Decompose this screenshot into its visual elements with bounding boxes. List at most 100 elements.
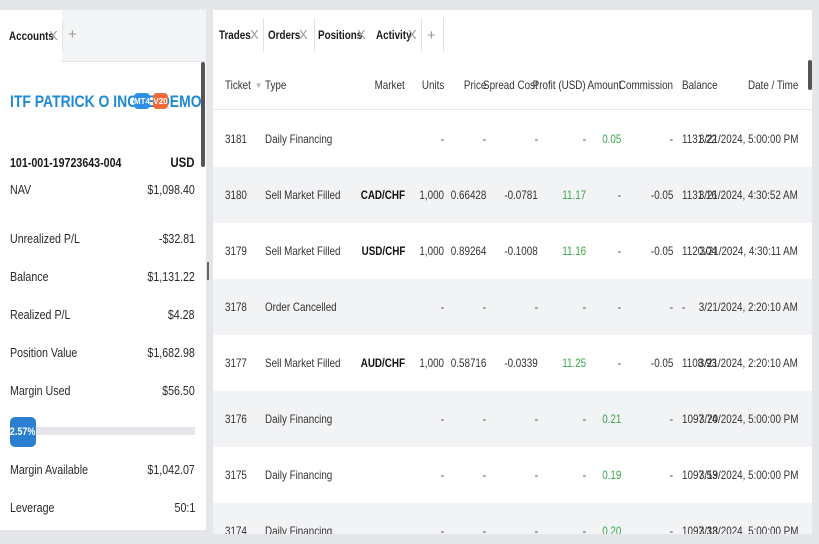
cell-datetime: 3/21/2024, 4:30:11 AM	[700, 223, 798, 279]
cell-text: 0.66428	[450, 188, 486, 202]
cell-ticket: 3175	[225, 447, 265, 503]
cell-text: -	[582, 132, 586, 146]
cell-commission: -	[623, 111, 673, 167]
cell-text: 3178	[225, 300, 247, 314]
add-tab-icon[interactable]: +	[427, 10, 441, 60]
column-header-type[interactable]: Type	[265, 60, 325, 110]
cell-text: Daily Financing	[265, 468, 333, 482]
tab-orders[interactable]: Orders X	[263, 10, 314, 60]
cell-text: -	[440, 468, 444, 482]
add-tab-icon[interactable]: +	[68, 26, 77, 43]
cell-type: Daily Financing	[265, 111, 365, 167]
progress-label: 2.57%	[10, 426, 36, 438]
cell-units: -	[408, 447, 444, 503]
table-row[interactable]: 3176 Daily Financing - - - - 0.21 - 1097…	[213, 391, 812, 447]
cell-text: -	[617, 300, 621, 314]
cell-profit: -	[540, 391, 586, 447]
tab-label: Orders	[268, 28, 301, 42]
cell-text: 3/21/2024, 4:30:11 AM	[699, 244, 798, 258]
cell-text: 3/21/2024, 5:00:00 PM	[698, 132, 798, 146]
close-icon[interactable]: X	[299, 27, 308, 42]
cell-text: -	[617, 188, 621, 202]
cell-ticket: 3180	[225, 167, 265, 223]
column-header-datetime[interactable]: Date / Time	[723, 60, 798, 110]
tab-label: Activity	[376, 28, 412, 42]
column-header-profit[interactable]: Profit (USD)	[533, 60, 586, 110]
tab-trades[interactable]: Trades X	[213, 10, 263, 60]
table-row[interactable]: 3181 Daily Financing - - - - 0.05 - 1131…	[213, 111, 812, 167]
cell-market	[363, 279, 405, 335]
cell-datetime: 3/20/2024, 5:00:00 PM	[698, 391, 798, 447]
tab-activity[interactable]: Activity X	[371, 10, 421, 60]
column-header-ticket[interactable]: Ticket ▼	[225, 60, 265, 110]
close-icon[interactable]: X	[49, 28, 58, 43]
cell-profit: 11.16	[540, 223, 586, 279]
cell-units: -	[408, 503, 444, 534]
cell-price: 0.58716	[448, 335, 486, 391]
cell-text: 0.20	[601, 524, 621, 534]
cell-text: 1,000	[419, 356, 444, 370]
cell-text: 3/18/2024, 5:00:00 PM	[698, 524, 798, 534]
cell-text: Order Cancelled	[265, 300, 337, 314]
table-row[interactable]: 3175 Daily Financing - - - - 0.19 - 1097…	[213, 447, 812, 503]
accounts-panel: Accounts X + ITF PATRICK O INGLE DEMO MT…	[0, 10, 206, 530]
cell-profit: 11.17	[540, 167, 586, 223]
column-header-price[interactable]: Price	[448, 60, 486, 110]
cell-ticket: 3176	[225, 391, 265, 447]
cell-text: -	[669, 132, 673, 146]
cell-amount: -	[588, 335, 621, 391]
tab-label: Positions	[318, 28, 363, 42]
close-icon[interactable]: X	[408, 27, 417, 42]
cell-price: -	[448, 447, 486, 503]
table-row[interactable]: 3180 Sell Market Filled CAD/CHF 1,000 0.…	[213, 167, 812, 223]
cell-ticket: 3177	[225, 335, 265, 391]
tab-accounts[interactable]: Accounts X	[0, 10, 62, 62]
cell-type: Daily Financing	[265, 503, 365, 534]
account-id: 101-001-19723643-004	[10, 155, 146, 170]
cell-text: 3/21/2024, 2:20:10 AM	[698, 356, 798, 370]
tab-accounts-label: Accounts	[9, 29, 54, 43]
cell-units: -	[408, 391, 444, 447]
metric-label: Margin Used	[10, 383, 71, 398]
cell-text: 3/19/2024, 5:00:00 PM	[698, 468, 798, 482]
table-row[interactable]: 3179 Sell Market Filled USD/CHF 1,000 0.…	[213, 223, 812, 279]
cell-units: 1,000	[408, 223, 444, 279]
metric-margin-used: Margin Used $56.50	[10, 383, 195, 401]
table-row[interactable]: 3178 Order Cancelled - - - - - - - 3/21/…	[213, 279, 812, 335]
cell-commission: -0.05	[623, 167, 673, 223]
cell-text: 0.19	[601, 468, 621, 482]
activity-scrollbar[interactable]	[808, 60, 812, 90]
cell-text: -	[582, 524, 586, 534]
cell-price: 0.66428	[448, 167, 486, 223]
cell-text: 3177	[225, 356, 247, 370]
column-header-balance[interactable]: Balance	[682, 60, 722, 110]
close-icon[interactable]: X	[250, 27, 259, 42]
cell-text: CAD/CHF	[360, 188, 405, 202]
cell-commission: -	[623, 447, 673, 503]
column-header-units[interactable]: Units	[408, 60, 444, 110]
metric-realized-pl: Realized P/L $4.28	[10, 307, 195, 325]
cell-text: 11.17	[562, 188, 586, 202]
cell-text: -	[482, 300, 486, 314]
table-row[interactable]: 3174 Daily Financing - - - - 0.20 - 1097…	[213, 503, 812, 534]
column-header-amount[interactable]: Amount	[587, 60, 621, 110]
cell-commission: -	[623, 503, 673, 534]
column-header-commission[interactable]: Commission	[619, 60, 673, 110]
cell-text: -	[682, 300, 686, 314]
accounts-scrollbar[interactable]	[201, 62, 205, 167]
column-header-market[interactable]: Market	[363, 60, 405, 110]
metric-nav: NAV $1,098.40	[10, 182, 195, 200]
metric-label: Realized P/L	[10, 307, 71, 322]
cell-datetime: 3/18/2024, 5:00:00 PM	[698, 503, 798, 534]
cell-type: Daily Financing	[265, 447, 365, 503]
column-header-spread-cost[interactable]: Spread Cost	[483, 60, 538, 110]
tab-positions[interactable]: Positions X	[314, 10, 371, 60]
panel-resize-handle[interactable]	[207, 262, 209, 280]
sort-icon[interactable]: ▼	[255, 81, 263, 90]
close-icon[interactable]: X	[357, 27, 366, 42]
cell-commission: -0.05	[623, 223, 673, 279]
table-row[interactable]: 3177 Sell Market Filled AUD/CHF 1,000 0.…	[213, 335, 812, 391]
cell-price: -	[448, 279, 486, 335]
metric-value: $1,131.22	[147, 269, 195, 284]
cell-text: -	[534, 524, 538, 534]
